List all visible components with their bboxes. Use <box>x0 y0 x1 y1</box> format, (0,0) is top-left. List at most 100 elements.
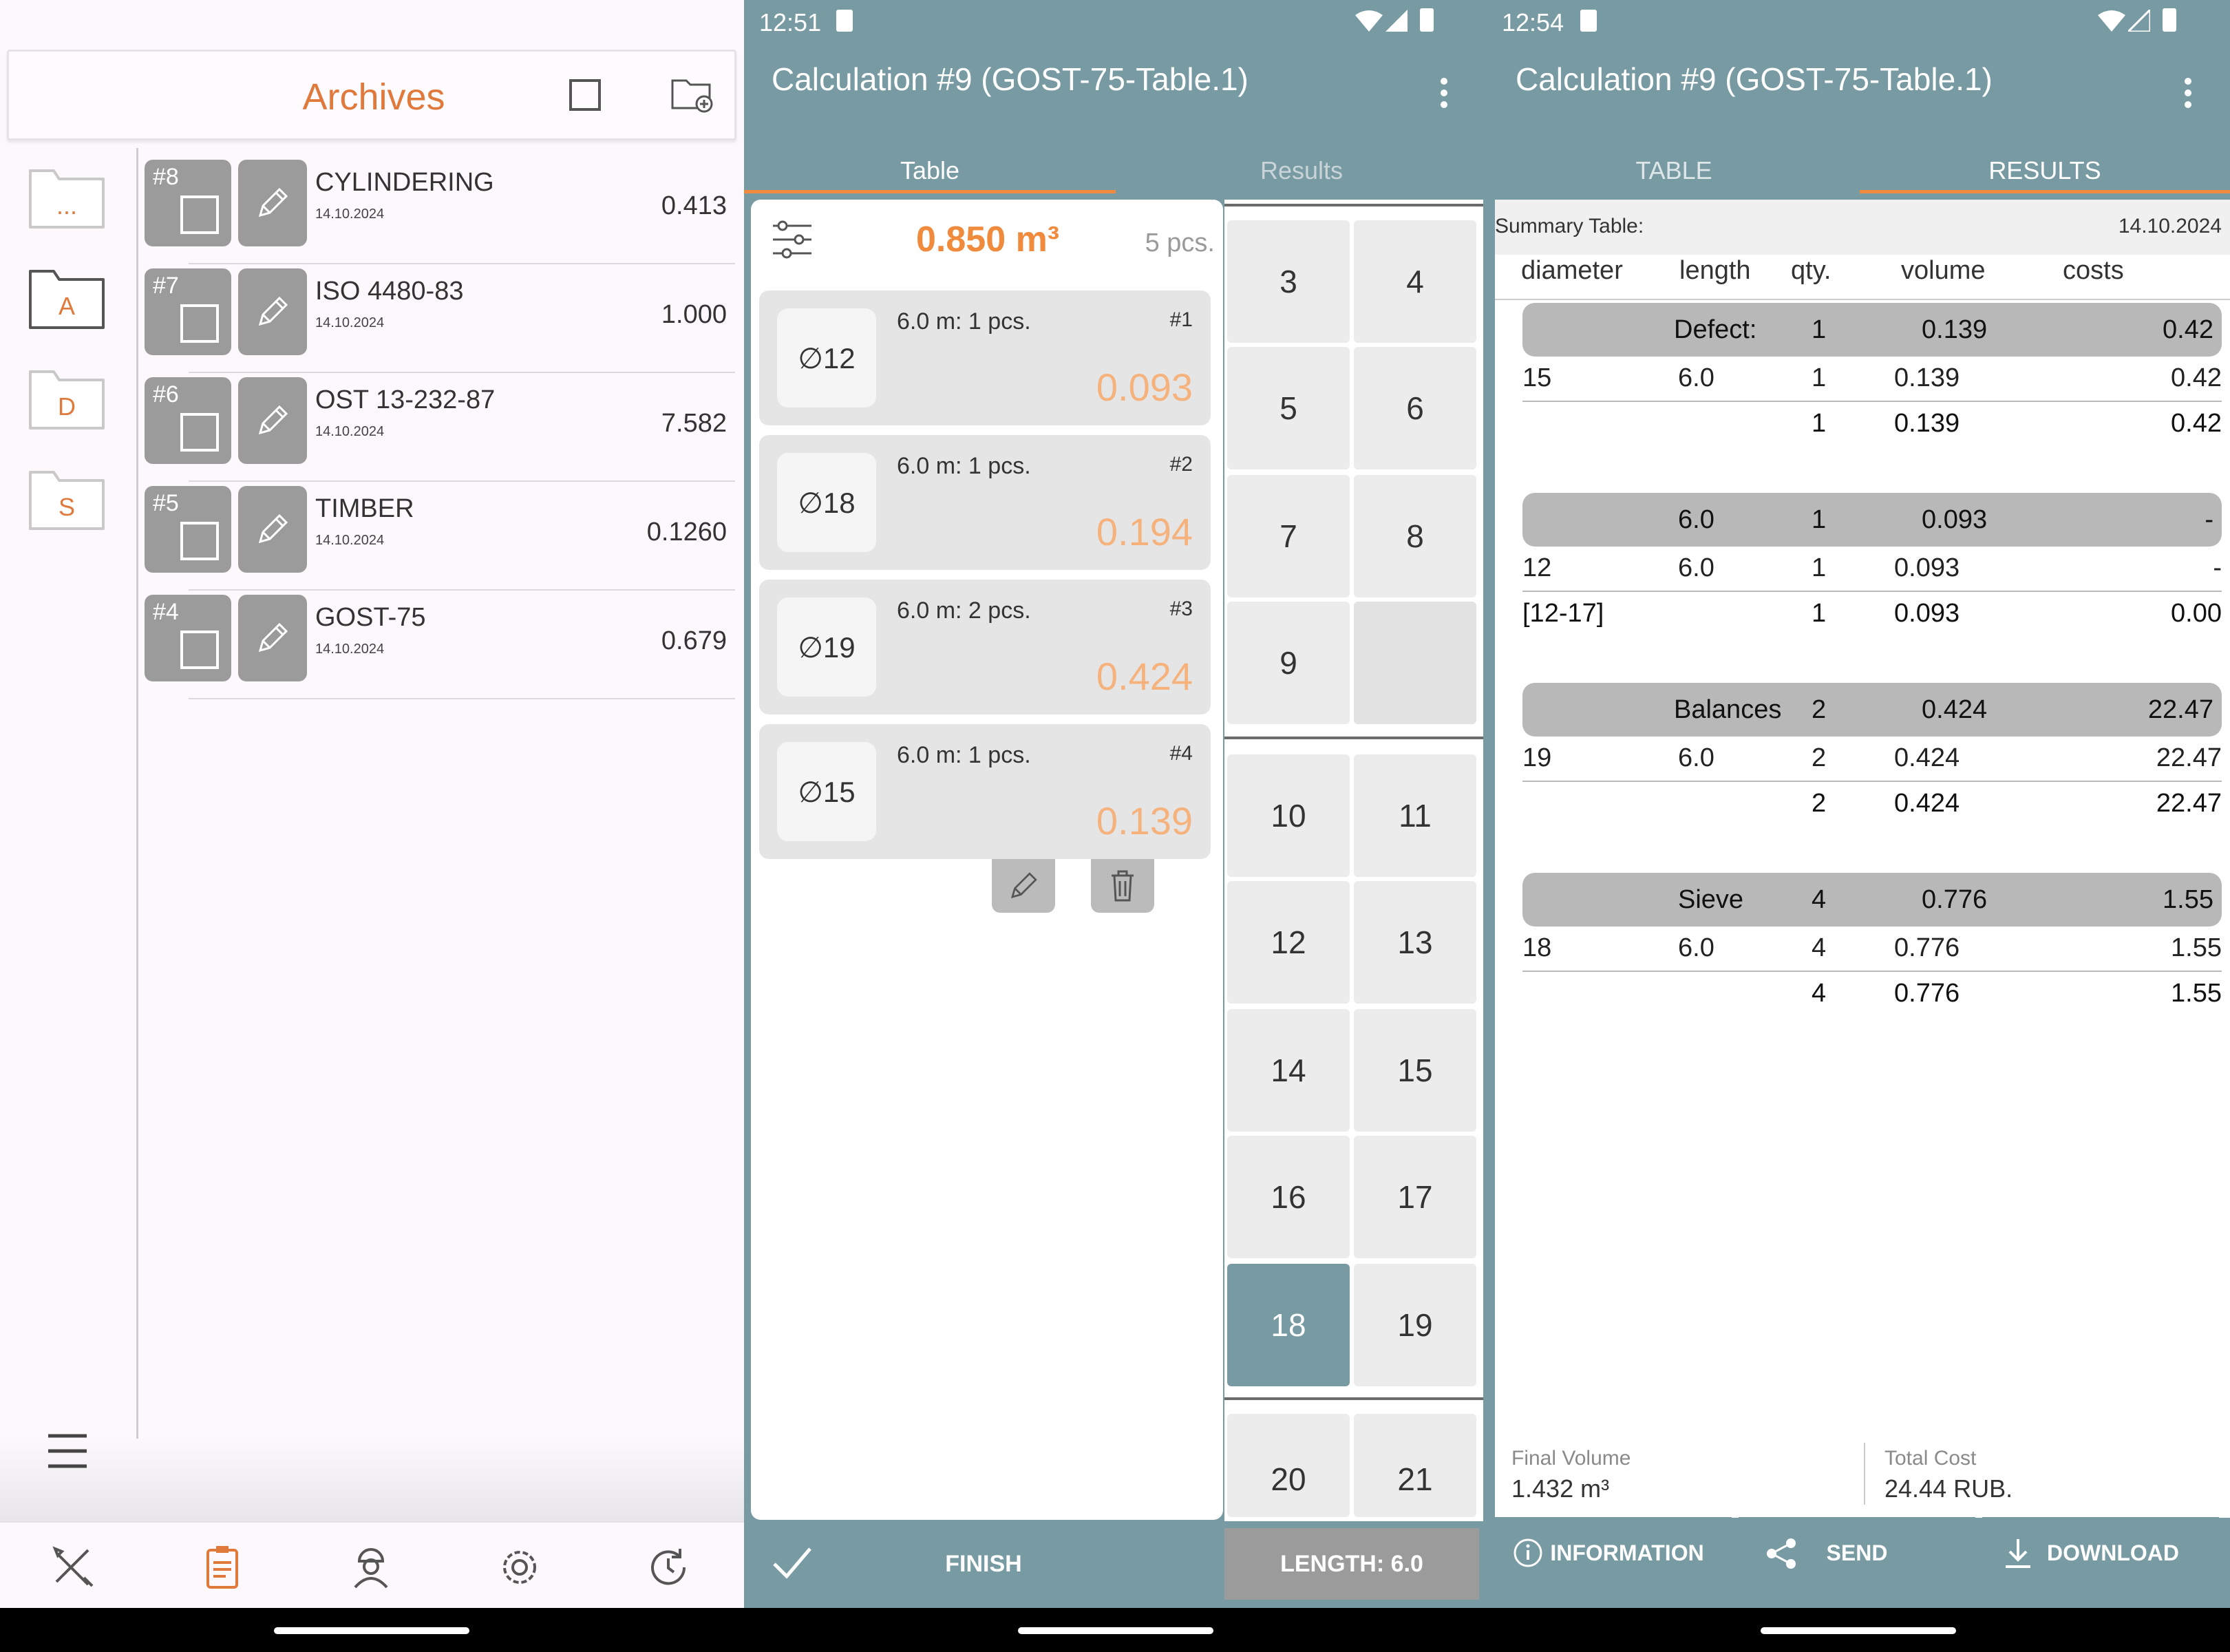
key-8[interactable]: 8 <box>1354 475 1476 597</box>
diameter-keypad: 3 4 5 6 7 8 9 10 11 12 13 14 15 16 17 18… <box>1224 200 1483 1521</box>
more-vert-icon[interactable] <box>2183 76 2193 110</box>
pencil-icon[interactable] <box>238 486 307 573</box>
folder-d[interactable]: D <box>28 366 106 432</box>
finish-button[interactable]: FINISH <box>751 1528 1216 1600</box>
home-indicator[interactable] <box>274 1627 469 1634</box>
tab-results[interactable]: Results <box>1116 151 1487 190</box>
row-cost: 0.42 <box>2171 363 2222 392</box>
delete-entry-button[interactable] <box>1091 859 1154 913</box>
key-5[interactable]: 5 <box>1227 347 1350 469</box>
archive-row[interactable]: #6 OST 13-232-87 14.10.2024 7.582 <box>145 372 735 482</box>
archive-date: 14.10.2024 <box>315 424 385 439</box>
row-qty: 1 <box>1812 553 1827 582</box>
tab-results[interactable]: RESULTS <box>1860 151 2230 190</box>
key-21[interactable]: 21 <box>1354 1414 1476 1517</box>
table-row: 18 6.0 4 0.776 1.55 <box>1495 925 2230 968</box>
archive-select-tile[interactable]: #4 <box>145 595 231 681</box>
new-folder-icon[interactable] <box>670 74 715 115</box>
log-entry-card[interactable]: ∅18 6.0 m: 1 pcs. #2 0.194 <box>759 435 1211 570</box>
menu-icon[interactable] <box>45 1429 89 1473</box>
send-button[interactable]: SEND <box>1739 1517 1975 1589</box>
key-15[interactable]: 15 <box>1354 1009 1476 1132</box>
settings-icon[interactable] <box>496 1543 544 1591</box>
total-volume: 0.850 m³ <box>916 220 1060 260</box>
key-13[interactable]: 13 <box>1354 881 1476 1004</box>
log-entry-card[interactable]: ∅15 6.0 m: 1 pcs. #4 0.139 <box>759 724 1211 859</box>
folder-a[interactable]: A <box>28 266 106 332</box>
archive-select-tile[interactable]: #5 <box>145 486 231 573</box>
tab-table[interactable]: Table <box>744 151 1116 190</box>
archive-row[interactable]: #4 GOST-75 14.10.2024 0.679 <box>145 589 735 699</box>
more-vert-icon[interactable] <box>1439 76 1449 110</box>
header-divider <box>1495 299 2230 300</box>
key-10[interactable]: 10 <box>1227 754 1350 877</box>
length-button[interactable]: LENGTH: 6.0 <box>1224 1528 1479 1600</box>
entry-index: #3 <box>1169 597 1193 620</box>
archive-name: TIMBER <box>315 494 414 523</box>
share-icon <box>1767 1538 1796 1569</box>
log-entry-card[interactable]: ∅12 6.0 m: 1 pcs. #1 0.093 <box>759 290 1211 425</box>
tab-table[interactable]: TABLE <box>1488 151 1860 190</box>
table-row: 19 6.0 2 0.424 22.47 <box>1495 735 2230 778</box>
history-icon[interactable] <box>644 1543 692 1591</box>
edit-entry-button[interactable] <box>992 859 1055 913</box>
key-4[interactable]: 4 <box>1354 220 1476 343</box>
keypad-separator <box>1224 1397 1483 1400</box>
clipboard-icon[interactable] <box>198 1543 246 1591</box>
key-9[interactable]: 9 <box>1227 602 1350 724</box>
entry-volume: 0.139 <box>1096 799 1193 843</box>
archive-select-tile[interactable]: #6 <box>145 377 231 464</box>
key-17[interactable]: 17 <box>1354 1136 1476 1258</box>
key-7[interactable]: 7 <box>1227 475 1350 597</box>
download-button[interactable]: DOWNLOAD <box>1982 1517 2219 1589</box>
archive-select-tile[interactable]: #7 <box>145 268 231 355</box>
information-button[interactable]: INFORMATION <box>1495 1517 1732 1589</box>
checkbox-icon <box>180 522 219 560</box>
pencil-icon[interactable] <box>238 268 307 355</box>
download-icon <box>2006 1539 2030 1568</box>
home-indicator[interactable] <box>1018 1627 1213 1634</box>
key-16[interactable]: 16 <box>1227 1136 1350 1258</box>
archive-row[interactable]: #5 TIMBER 14.10.2024 0.1260 <box>145 480 735 591</box>
key-11[interactable]: 11 <box>1354 754 1476 877</box>
archive-row[interactable]: #7 ISO 4480-83 14.10.2024 1.000 <box>145 263 735 373</box>
signal-icon <box>2128 10 2150 32</box>
key-14[interactable]: 14 <box>1227 1009 1350 1132</box>
total-cost: 1.55 <box>2171 979 2222 1008</box>
home-indicator[interactable] <box>1761 1627 1956 1634</box>
archive-row[interactable]: #8 CYLINDERING 14.10.2024 0.413 <box>145 154 735 264</box>
total-cost-value: 24.44 RUB. <box>1884 1474 2013 1503</box>
filter-sliders-icon[interactable] <box>772 219 813 260</box>
row-volume: 0.776 <box>1894 933 1960 962</box>
key-12[interactable]: 12 <box>1227 881 1350 1004</box>
finish-label: FINISH <box>945 1550 1022 1577</box>
folder-all[interactable]: ... <box>28 165 106 231</box>
pencil-icon[interactable] <box>238 595 307 681</box>
key-6[interactable]: 6 <box>1354 347 1476 469</box>
archive-date: 14.10.2024 <box>315 533 385 548</box>
key-3[interactable]: 3 <box>1227 220 1350 343</box>
tools-icon[interactable] <box>50 1543 98 1591</box>
worker-icon[interactable] <box>347 1543 395 1591</box>
log-entry-card[interactable]: ∅19 6.0 m: 2 pcs. #3 0.424 <box>759 580 1211 714</box>
pencil-icon[interactable] <box>238 160 307 246</box>
check-icon <box>773 1547 811 1579</box>
row-cost: 1.55 <box>2171 933 2222 962</box>
summary-header: Summary Table: 14.10.2024 <box>1495 200 2230 255</box>
entry-volume: 0.093 <box>1096 366 1193 409</box>
folder-s[interactable]: S <box>28 467 106 533</box>
total-qty: 1 <box>1812 599 1827 628</box>
row-volume: 0.093 <box>1894 553 1960 582</box>
total-cost: 0.00 <box>2171 599 2222 628</box>
archive-date: 14.10.2024 <box>315 315 385 330</box>
key-20[interactable]: 20 <box>1227 1414 1350 1517</box>
archive-name: CYLINDERING <box>315 168 494 197</box>
row-cost: - <box>2213 553 2222 582</box>
key-19[interactable]: 19 <box>1354 1264 1476 1386</box>
key-18-selected[interactable]: 18 <box>1227 1264 1350 1386</box>
group-header: Sieve 4 0.776 1.55 <box>1522 873 2222 926</box>
archive-name: ISO 4480-83 <box>315 277 464 306</box>
archive-select-tile[interactable]: #8 <box>145 160 231 246</box>
pencil-icon[interactable] <box>238 377 307 464</box>
select-all-checkbox-icon[interactable] <box>568 78 602 112</box>
